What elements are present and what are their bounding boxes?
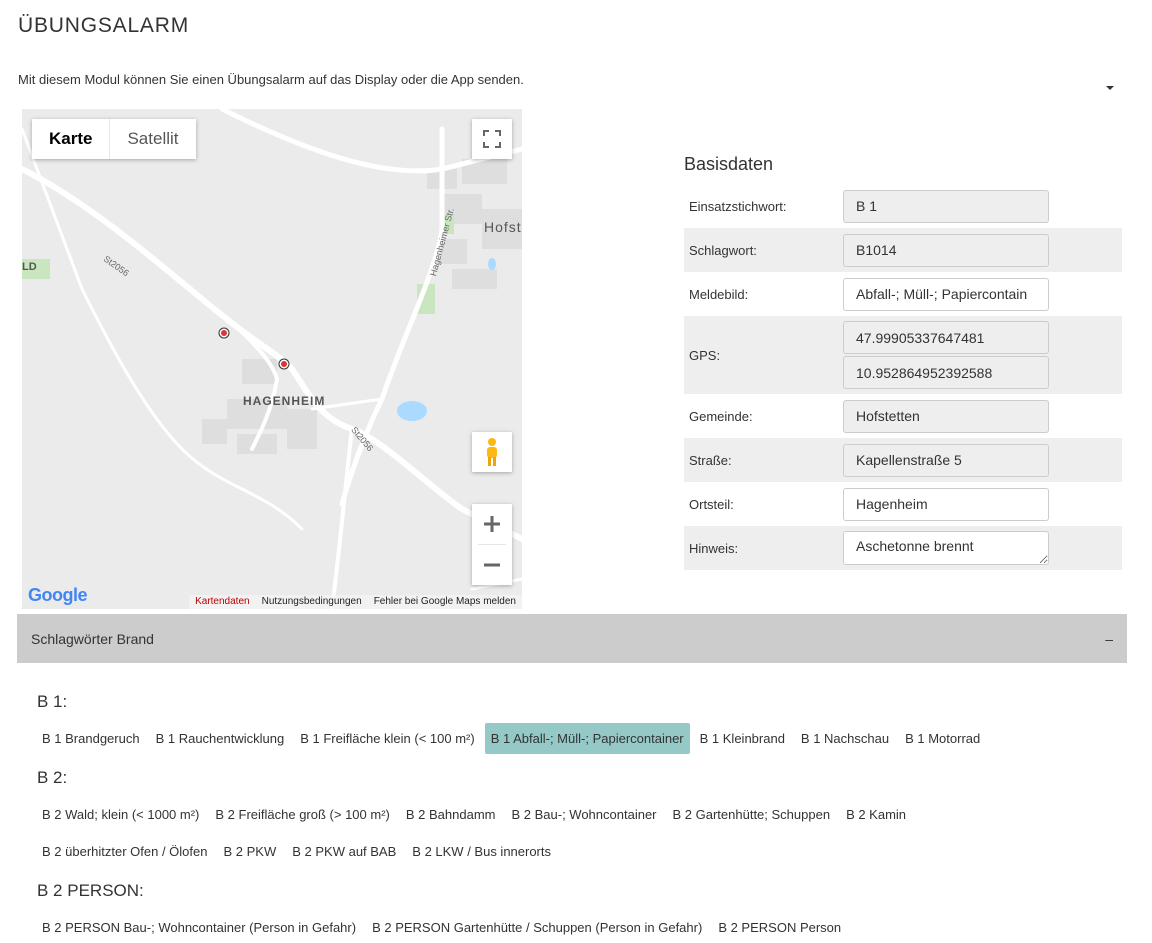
- accordion-header[interactable]: Schlagwörter Brand –: [17, 614, 1127, 663]
- form-title: Basisdaten: [684, 154, 774, 174]
- form-values: [843, 443, 1049, 477]
- page-title: ÜBUNGSALARM: [18, 14, 189, 37]
- form-row: Gemeinde:: [684, 394, 1122, 438]
- keyword-row: B 2 Wald; klein (< 1000 m²) B 2 Freifläch…: [36, 799, 916, 830]
- map-label-town: HAGENHEIM: [243, 394, 326, 408]
- form-label: Einsatzstichwort:: [689, 198, 787, 214]
- form-label: Meldebild:: [689, 286, 749, 302]
- keyword-row: B 1 Brandgeruch B 1 Rauchentwicklung B 1 F…: [36, 723, 990, 754]
- fullscreen-button[interactable]: [472, 119, 512, 159]
- pegman-icon: [487, 438, 497, 466]
- caret-down-icon[interactable]: [1106, 86, 1114, 90]
- keyword-group-title: B 1:: [37, 692, 68, 711]
- keyword-chip[interactable]: B 1 Freifläche klein (< 100 m²): [294, 723, 480, 754]
- keyword-chip[interactable]: B 1 Kleinbrand: [694, 723, 791, 754]
- keyword-chip[interactable]: B 2 Bau-; Wohncontainer: [505, 799, 662, 830]
- form-values: [843, 487, 1049, 521]
- zoom-out-icon: [484, 563, 500, 567]
- report-link[interactable]: Fehler bei Google Maps melden: [374, 595, 516, 609]
- keyword-chip[interactable]: B 1 Rauchentwicklung: [150, 723, 291, 754]
- form-field[interactable]: [843, 233, 1049, 267]
- keyword-chip[interactable]: B 2 Kamin: [840, 799, 912, 830]
- form-values: [843, 233, 1049, 267]
- keyword-row: B 2 überhitzter Ofen / Ölofen B 2 PKW B 2 …: [36, 836, 561, 867]
- map-type-satellit-button[interactable]: Satellit: [109, 119, 195, 159]
- map-footer: Kartendaten Nutzungsbedingungen Fehler b…: [189, 595, 522, 609]
- form-field[interactable]: [843, 487, 1049, 521]
- keyword-chip[interactable]: B 2 Freifläche groß (> 100 m²): [209, 799, 395, 830]
- keyword-chip[interactable]: B 1 Nachschau: [795, 723, 895, 754]
- map-canvas: [22, 109, 522, 609]
- keyword-group-title: B 2:: [37, 768, 68, 787]
- form-label: GPS:: [689, 347, 721, 363]
- form-values: [843, 399, 1049, 433]
- form-label: Ortsteil:: [689, 496, 734, 512]
- keyword-chip[interactable]: B 2 PKW auf BAB: [286, 836, 402, 867]
- form-field[interactable]: [843, 189, 1049, 223]
- map-label-hofstetten: Hofst: [484, 219, 522, 235]
- form-values: Aschetonne brennt: [843, 531, 1049, 565]
- map[interactable]: Karte Satellit Hofst LD HAGENHEIM St2056…: [22, 109, 522, 609]
- form-row: Meldebild:: [684, 272, 1122, 316]
- zoom-out-button[interactable]: [472, 545, 512, 585]
- basisdaten-form: Einsatzstichwort: Schlagwort: Meldebild: GP…: [684, 184, 1122, 570]
- zoom-in-button[interactable]: [472, 504, 512, 544]
- keyword-chip[interactable]: B 2 überhitzter Ofen / Ölofen: [36, 836, 213, 867]
- form-row: Schlagwort:: [684, 228, 1122, 272]
- accordion-toggle[interactable]: –: [1105, 631, 1113, 647]
- pegman-button[interactable]: [472, 432, 512, 472]
- form-label: Hinweis:: [689, 540, 739, 556]
- form-values: [843, 189, 1049, 223]
- form-row: GPS:: [684, 316, 1122, 394]
- terms-link[interactable]: Nutzungsbedingungen: [262, 595, 362, 609]
- map-type-karte-button[interactable]: Karte: [32, 119, 109, 159]
- keyword-chip[interactable]: B 2 Wald; klein (< 1000 m²): [36, 799, 205, 830]
- form-values: [843, 277, 1049, 311]
- map-type-control: Karte Satellit: [32, 119, 196, 159]
- form-field[interactable]: [843, 399, 1049, 433]
- form-row: Hinweis: Aschetonne brennt: [684, 526, 1122, 570]
- map-data-link[interactable]: Kartendaten: [195, 595, 250, 609]
- keyword-chip[interactable]: B 1 Brandgeruch: [36, 723, 146, 754]
- keyword-chip[interactable]: B 2 PKW: [217, 836, 282, 867]
- keyword-chip[interactable]: B 2 PERSON Bau-; Wohncontainer (Person i…: [36, 912, 362, 943]
- fullscreen-icon: [483, 130, 501, 148]
- intro-text: Mit diesem Modul können Sie einen Übungs…: [18, 72, 524, 87]
- keyword-chip[interactable]: B 2 LKW / Bus innerorts: [406, 836, 557, 867]
- form-label: Straße:: [689, 452, 732, 468]
- form-row: Ortsteil:: [684, 482, 1122, 526]
- form-field[interactable]: [843, 277, 1049, 311]
- form-field[interactable]: [843, 356, 1049, 389]
- keyword-chip-selected[interactable]: B 1 Abfall-; Müll-; Papiercontainer: [484, 723, 690, 754]
- keyword-chip[interactable]: B 2 PERSON Gartenhütte / Schuppen (Perso…: [366, 912, 708, 943]
- form-label: Gemeinde:: [689, 408, 753, 424]
- form-field[interactable]: [843, 443, 1049, 477]
- form-row: Einsatzstichwort:: [684, 184, 1122, 228]
- accordion-title: Schlagwörter Brand: [31, 630, 154, 647]
- keyword-chip[interactable]: B 1 Motorrad: [899, 723, 986, 754]
- keyword-chip[interactable]: B 2 Bahndamm: [400, 799, 502, 830]
- keyword-row: B 2 PERSON Bau-; Wohncontainer (Person i…: [36, 912, 851, 943]
- google-logo: Google: [28, 585, 88, 605]
- keyword-chip[interactable]: B 2 PERSON Person: [712, 912, 847, 943]
- keyword-group-title: B 2 PERSON:: [37, 881, 144, 900]
- zoom-control: [472, 504, 512, 585]
- zoom-in-icon: [484, 516, 500, 532]
- keyword-chip[interactable]: B 2 Gartenhütte; Schuppen: [667, 799, 837, 830]
- form-row: Straße:: [684, 438, 1122, 482]
- form-label: Schlagwort:: [689, 242, 757, 258]
- form-field[interactable]: Aschetonne brennt: [843, 531, 1049, 565]
- form-values: [843, 321, 1049, 389]
- form-field[interactable]: [843, 321, 1049, 354]
- map-label-left: LD: [22, 261, 37, 273]
